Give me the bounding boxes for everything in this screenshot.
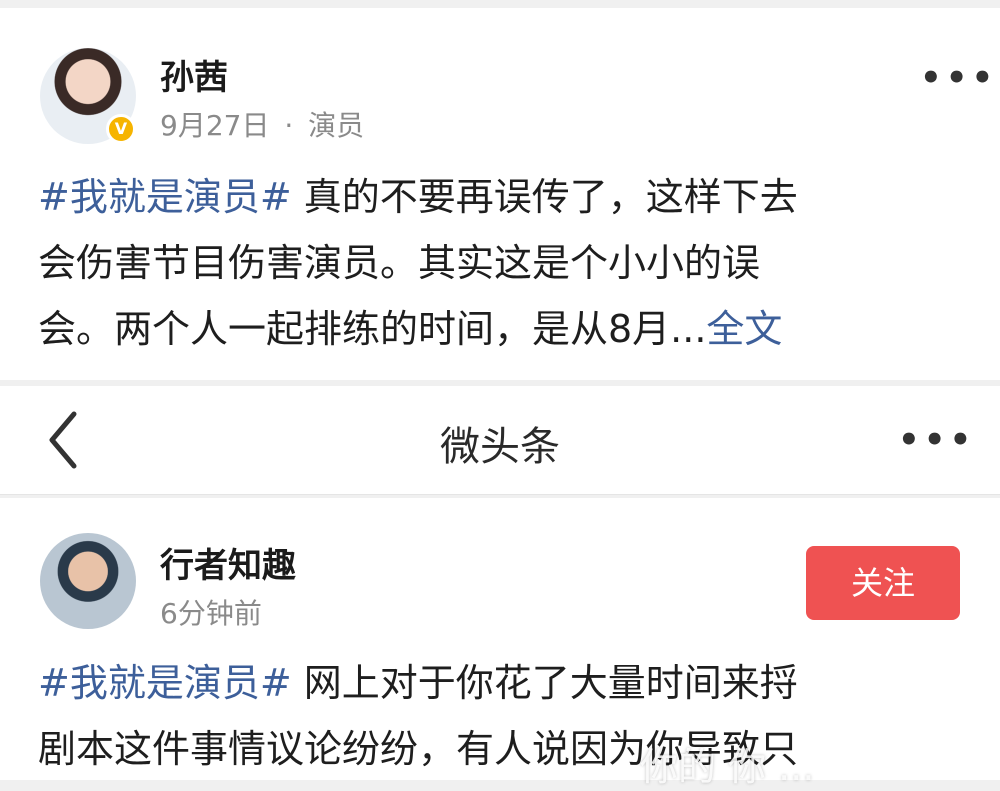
hashtag-link[interactable]: #我就是演员# bbox=[38, 661, 292, 705]
page-title: 微头条 bbox=[440, 424, 560, 470]
post-line-2: 会伤害节目伤害演员。其实这是个小小的误 bbox=[38, 241, 761, 285]
hashtag-link[interactable]: #我就是演员# bbox=[38, 175, 292, 219]
verified-badge-icon: V bbox=[106, 114, 136, 144]
post-time: 6分钟前 bbox=[160, 597, 262, 630]
post-line-1: #我就是演员# 真的不要再误传了，这样下去 bbox=[38, 175, 798, 219]
post-line-3: 会。两个人一起排练的时间，是从8月...全文 bbox=[38, 307, 783, 351]
post-date: 9月27日 bbox=[160, 109, 270, 142]
post-meta: 9月27日 · 演员 bbox=[160, 104, 364, 144]
author-name[interactable]: 行者知趣 bbox=[160, 538, 296, 587]
post-line-1: #我就是演员# 网上对于你花了大量时间来捋 bbox=[38, 661, 798, 705]
author-role: 演员 bbox=[308, 109, 365, 142]
watermark: 你的 你 ... bbox=[640, 745, 815, 789]
post-body: #我就是演员# 真的不要再误传了，这样下去 会伤害节目伤害演员。其实这是个小小的… bbox=[38, 164, 958, 362]
full-text-link[interactable]: 全文 bbox=[706, 307, 782, 351]
post-body: #我就是演员# 网上对于你花了大量时间来捋 剧本这件事情议论纷纷，有人说因为你导… bbox=[38, 650, 958, 782]
post-line-2: 剧本这件事情议论纷纷，有人说因为你导致只 bbox=[38, 727, 799, 771]
follow-button[interactable]: 关注 bbox=[806, 546, 960, 620]
navbar: 微头条 ••• bbox=[0, 386, 1000, 495]
more-dots-icon[interactable]: ••• bbox=[920, 58, 997, 98]
meta-separator: · bbox=[284, 109, 294, 142]
author-name[interactable]: 孙茜 bbox=[160, 50, 228, 99]
more-dots-icon[interactable]: ••• bbox=[898, 420, 975, 460]
author-avatar[interactable] bbox=[40, 533, 136, 629]
